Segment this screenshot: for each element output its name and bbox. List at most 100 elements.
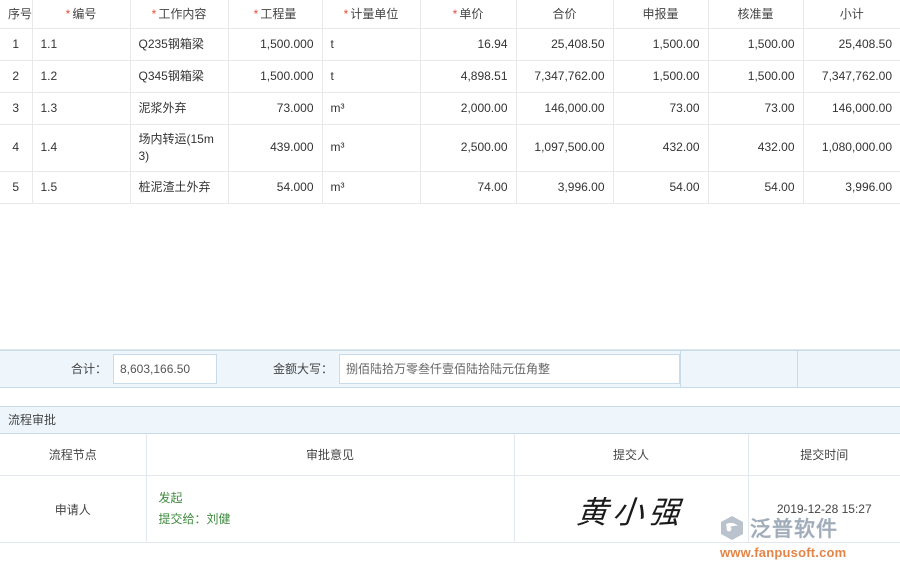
cell-code[interactable]: 1.2 xyxy=(32,60,130,92)
cell-declared[interactable]: 54.00 xyxy=(613,171,708,203)
cell-declared[interactable]: 1,500.00 xyxy=(613,28,708,60)
col-header-subtotal[interactable]: 小计 xyxy=(803,0,900,28)
table-row[interactable]: 3 1.3 泥浆外弃 73.000 m³ 2,000.00 146,000.00… xyxy=(0,92,900,124)
flow-col-time: 提交时间 xyxy=(748,434,900,476)
col-label-quantity: 工程量 xyxy=(260,7,296,21)
cell-amount: 1,097,500.00 xyxy=(516,124,613,171)
cell-content[interactable]: 泥浆外弃 xyxy=(130,92,228,124)
flow-node: 申请人 xyxy=(0,476,146,543)
watermark-url-text: www.fanpusoft.com xyxy=(720,545,846,560)
cell-unit[interactable]: m³ xyxy=(322,171,420,203)
work-quantity-table: *序号 *编号 *工作内容 *工程量 *计量单位 *单价 合价 申报量 核准量 … xyxy=(0,0,900,204)
cell-content[interactable]: 桩泥渣土外弃 xyxy=(130,171,228,203)
col-header-unit[interactable]: *计量单位 xyxy=(322,0,420,28)
cell-declared[interactable]: 432.00 xyxy=(613,124,708,171)
cell-quantity[interactable]: 439.000 xyxy=(228,124,322,171)
section-gap xyxy=(0,388,900,406)
table-body: 1 1.1 Q235钢箱梁 1,500.000 t 16.94 25,408.5… xyxy=(0,28,900,203)
col-header-seq[interactable]: *序号 xyxy=(0,0,32,28)
col-header-quantity[interactable]: *工程量 xyxy=(228,0,322,28)
cell-approved[interactable]: 73.00 xyxy=(708,92,803,124)
cell-price[interactable]: 2,000.00 xyxy=(420,92,516,124)
cell-content[interactable]: Q345钢箱梁 xyxy=(130,60,228,92)
cell-unit[interactable]: t xyxy=(322,60,420,92)
cell-content[interactable]: Q235钢箱梁 xyxy=(130,28,228,60)
cell-amount: 146,000.00 xyxy=(516,92,613,124)
cell-seq: 2 xyxy=(0,60,32,92)
cell-code[interactable]: 1.3 xyxy=(32,92,130,124)
cell-price[interactable]: 2,500.00 xyxy=(420,124,516,171)
signature-image: 黄小强 xyxy=(575,487,688,532)
cell-unit[interactable]: t xyxy=(322,28,420,60)
cell-approved[interactable]: 1,500.00 xyxy=(708,28,803,60)
flow-opinion-action: 发起 xyxy=(159,488,504,509)
empty-grid-area xyxy=(0,204,900,350)
cell-content[interactable]: 场内转运(15m3) xyxy=(130,124,228,171)
cell-price[interactable]: 74.00 xyxy=(420,171,516,203)
flow-col-opinion: 审批意见 xyxy=(146,434,514,476)
col-label-unit: 计量单位 xyxy=(350,7,398,21)
table-row[interactable]: 5 1.5 桩泥渣土外弃 54.000 m³ 74.00 3,996.00 54… xyxy=(0,171,900,203)
col-label-approved: 核准量 xyxy=(737,7,773,21)
cell-amount: 7,347,762.00 xyxy=(516,60,613,92)
cell-subtotal: 7,347,762.00 xyxy=(803,60,900,92)
cell-code[interactable]: 1.4 xyxy=(32,124,130,171)
col-label-declared: 申报量 xyxy=(642,7,678,21)
total-label: 合计： xyxy=(0,351,113,387)
cell-unit[interactable]: m³ xyxy=(322,92,420,124)
table-row[interactable]: 1 1.1 Q235钢箱梁 1,500.000 t 16.94 25,408.5… xyxy=(0,28,900,60)
col-label-amount: 合价 xyxy=(552,7,576,21)
col-header-code[interactable]: *编号 xyxy=(32,0,130,28)
col-header-price[interactable]: *单价 xyxy=(420,0,516,28)
cell-code[interactable]: 1.5 xyxy=(32,171,130,203)
flow-body: 申请人 发起 提交给：刘健 黄小强 2019-12-28 15:27 xyxy=(0,476,900,543)
table-row[interactable]: 4 1.4 场内转运(15m3) 439.000 m³ 2,500.00 1,0… xyxy=(0,124,900,171)
cell-seq: 5 xyxy=(0,171,32,203)
cell-quantity[interactable]: 1,500.000 xyxy=(228,28,322,60)
col-label-seq: 序号 xyxy=(8,7,32,21)
flow-row: 申请人 发起 提交给：刘健 黄小强 2019-12-28 15:27 xyxy=(0,476,900,543)
watermark-url-row: www.fanpusoft.com xyxy=(718,543,894,561)
flow-submit-time: 2019-12-28 15:27 xyxy=(748,476,900,543)
table-row[interactable]: 2 1.2 Q345钢箱梁 1,500.000 t 4,898.51 7,347… xyxy=(0,60,900,92)
cell-seq: 4 xyxy=(0,124,32,171)
col-header-content[interactable]: *工作内容 xyxy=(130,0,228,28)
flow-opinion-target: 提交给：刘健 xyxy=(159,509,504,530)
cell-subtotal: 25,408.50 xyxy=(803,28,900,60)
totals-spacer-2 xyxy=(798,351,900,387)
required-mark-price: * xyxy=(453,7,458,21)
cell-code[interactable]: 1.1 xyxy=(32,28,130,60)
cell-unit[interactable]: m³ xyxy=(322,124,420,171)
cell-approved[interactable]: 54.00 xyxy=(708,171,803,203)
cell-quantity[interactable]: 73.000 xyxy=(228,92,322,124)
cell-price[interactable]: 16.94 xyxy=(420,28,516,60)
required-mark-content: * xyxy=(152,7,157,21)
col-header-approved[interactable]: 核准量 xyxy=(708,0,803,28)
capital-amount-value: 捌佰陆拾万零叁仟壹佰陆拾陆元伍角整 xyxy=(339,354,680,384)
cell-price[interactable]: 4,898.51 xyxy=(420,60,516,92)
col-label-price: 单价 xyxy=(459,7,483,21)
col-header-amount[interactable]: 合价 xyxy=(516,0,613,28)
cell-subtotal: 1,080,000.00 xyxy=(803,124,900,171)
cell-declared[interactable]: 73.00 xyxy=(613,92,708,124)
flow-header-row: 流程节点 审批意见 提交人 提交时间 xyxy=(0,434,900,476)
approval-flow-table: 流程节点 审批意见 提交人 提交时间 申请人 发起 提交给：刘健 黄小强 201… xyxy=(0,434,900,544)
col-label-code: 编号 xyxy=(72,7,96,21)
cell-declared[interactable]: 1,500.00 xyxy=(613,60,708,92)
col-header-declared[interactable]: 申报量 xyxy=(613,0,708,28)
cell-quantity[interactable]: 1,500.000 xyxy=(228,60,322,92)
table-header: *序号 *编号 *工作内容 *工程量 *计量单位 *单价 合价 申报量 核准量 … xyxy=(0,0,900,28)
cell-seq: 1 xyxy=(0,28,32,60)
flow-section-title: 流程审批 xyxy=(0,406,900,434)
flow-col-node: 流程节点 xyxy=(0,434,146,476)
cell-quantity[interactable]: 54.000 xyxy=(228,171,322,203)
cell-amount: 3,996.00 xyxy=(516,171,613,203)
cell-seq: 3 xyxy=(0,92,32,124)
cell-approved[interactable]: 432.00 xyxy=(708,124,803,171)
header-row: *序号 *编号 *工作内容 *工程量 *计量单位 *单价 合价 申报量 核准量 … xyxy=(0,0,900,28)
flow-col-submitter: 提交人 xyxy=(514,434,748,476)
required-mark-code: * xyxy=(66,7,71,21)
required-mark-quantity: * xyxy=(254,7,259,21)
totals-spacer-1 xyxy=(680,351,798,387)
cell-approved[interactable]: 1,500.00 xyxy=(708,60,803,92)
